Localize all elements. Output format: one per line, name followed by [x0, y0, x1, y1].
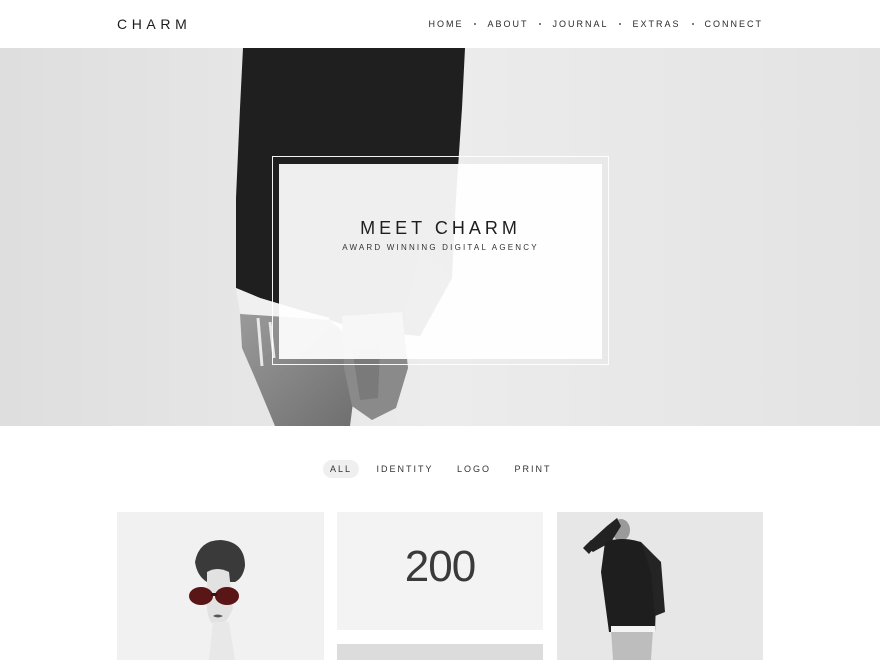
nav-item-connect[interactable]: CONNECT	[705, 19, 764, 29]
nav-item-extras[interactable]: EXTRAS	[632, 19, 680, 29]
site-header: CHARM HOME ABOUT JOURNAL EXTRAS CONNECT	[0, 0, 880, 48]
filter-print[interactable]: PRINT	[510, 460, 556, 478]
hero-card	[279, 164, 602, 359]
hero-subtitle: AWARD WINNING DIGITAL AGENCY	[342, 243, 539, 252]
site-logo[interactable]: CHARM	[117, 16, 191, 32]
portfolio-filter: ALL IDENTITY LOGO PRINT	[0, 460, 880, 478]
filter-logo[interactable]: LOGO	[452, 460, 496, 478]
filter-all[interactable]: ALL	[323, 460, 359, 478]
portfolio-tile-200[interactable]: 200	[337, 512, 543, 630]
portfolio-tile-man[interactable]	[557, 512, 763, 660]
nav-separator-dot	[619, 23, 622, 25]
portfolio-image-woman	[189, 540, 245, 660]
portfolio-tile-partial[interactable]	[337, 644, 543, 660]
nav-item-home[interactable]: HOME	[428, 19, 463, 29]
main-nav: HOME ABOUT JOURNAL EXTRAS CONNECT	[428, 19, 763, 29]
nav-separator-dot	[474, 23, 477, 25]
nav-item-journal[interactable]: JOURNAL	[552, 19, 608, 29]
portfolio-tile-sunglasses[interactable]	[117, 512, 324, 660]
hero-title: MEET CHARM	[360, 218, 521, 238]
portfolio-image-man	[583, 518, 665, 660]
nav-item-about[interactable]: ABOUT	[487, 19, 528, 29]
filter-identity[interactable]: IDENTITY	[372, 460, 438, 478]
hero-section: MEET CHARM AWARD WINNING DIGITAL AGENCY	[0, 48, 880, 426]
nav-separator-dot	[691, 23, 694, 25]
nav-separator-dot	[539, 23, 542, 25]
portfolio-tile-number: 200	[404, 542, 476, 591]
